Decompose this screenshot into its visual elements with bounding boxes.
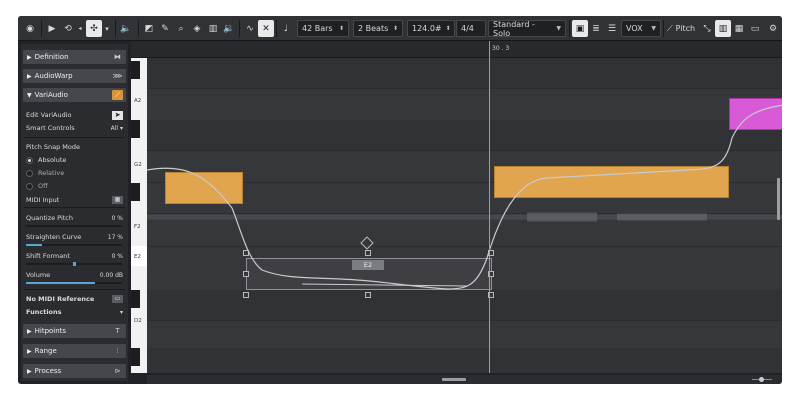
range-icon: ⦙ — [116, 347, 119, 355]
straighten-curve-row[interactable]: Straighten Curve 17 % — [26, 232, 125, 242]
key-label-g2: G2 — [134, 162, 142, 168]
ruler-position-label: 30 . 3 — [492, 45, 510, 52]
variaudio-icon[interactable]: ⟋ — [112, 90, 123, 100]
snap-absolute-radio[interactable]: Absolute — [26, 155, 125, 165]
key-label-a2: A2 — [134, 98, 142, 104]
smart-controls-value[interactable]: All ▾ — [111, 125, 123, 132]
quantize-note-icon[interactable]: ♩ — [278, 20, 294, 37]
section-audiowarp[interactable]: ▶ AudioWarp ⋙ — [23, 69, 126, 83]
straighten-curve-slider[interactable] — [26, 244, 122, 246]
volume-row[interactable]: Volume 0.00 dB — [26, 270, 125, 280]
pitch-tool-icon: ⟋ — [667, 23, 673, 33]
snap-dropdown-icon[interactable]: ▾ — [102, 20, 112, 37]
process-icon: ⊳ — [114, 367, 121, 375]
functions-row[interactable]: Functions ▾ — [26, 307, 125, 317]
pencil-icon[interactable]: ✎ — [157, 20, 173, 37]
chevron-right-icon: ▶ — [27, 327, 32, 335]
zoom-icon[interactable]: ⌕ — [173, 20, 189, 37]
section-variaudio[interactable]: ▼ VariAudio ⟋ — [23, 88, 126, 102]
snap-relative-radio[interactable]: Relative — [26, 168, 125, 178]
radio-icon — [26, 182, 33, 190]
snap-zero-icon[interactable]: ✕ — [258, 20, 274, 37]
smart-controls-row[interactable]: Smart Controls All ▾ — [26, 123, 125, 133]
volume-slider[interactable] — [26, 282, 122, 284]
key-label-e2: E2 — [134, 254, 141, 260]
shift-formant-knob[interactable] — [73, 262, 76, 266]
list-icon[interactable]: ☰ — [604, 20, 620, 37]
loop-dropdown-icon[interactable]: ◂ — [76, 20, 84, 37]
expand-icon: ⧓ — [114, 53, 121, 61]
midi-reference-icon[interactable]: ▭ — [112, 295, 123, 303]
radio-icon — [26, 169, 33, 177]
chevron-right-icon: ▶ — [27, 53, 32, 61]
bars-field[interactable]: 42 Bars ⬍ — [297, 20, 349, 37]
snap-off-radio[interactable]: Off — [26, 181, 125, 191]
piano-keyboard[interactable]: A2 G2 F2 E2 D2 — [131, 58, 147, 373]
bottom-zone-icon[interactable]: ▦ — [731, 20, 747, 37]
hitpoints-icon: T — [115, 327, 120, 335]
section-process[interactable]: ▶ Process ⊳ — [23, 364, 126, 378]
pitch-snap-mode-label: Pitch Snap Mode — [26, 143, 81, 151]
shrink-icon[interactable]: ⤡ — [699, 20, 715, 37]
solo-editor-icon[interactable]: ◉ — [22, 20, 38, 37]
chevron-right-icon: ▶ — [27, 347, 32, 355]
section-definition[interactable]: ▶ Definition ⧓ — [23, 50, 126, 64]
tempo-spin-icon[interactable]: ⬍ — [446, 25, 451, 32]
key-label-d2: D2 — [134, 318, 142, 324]
midi-input-row[interactable]: MIDI Input ▦ — [26, 195, 125, 205]
key-label-f2: F2 — [134, 224, 141, 230]
waveform-icon[interactable]: ▥ — [205, 20, 221, 37]
no-midi-reference-row[interactable]: No MIDI Reference ▭ — [26, 294, 125, 304]
cursor-icon[interactable]: ➤ — [112, 110, 123, 120]
speaker-icon[interactable]: 🔈 — [118, 20, 134, 37]
signature-field[interactable]: 4/4 — [456, 20, 486, 37]
chevron-down-icon: ▼ — [27, 91, 32, 99]
beats-spin-icon[interactable]: ⬍ — [393, 25, 398, 32]
midi-keyboard-icon[interactable]: ▦ — [112, 196, 123, 204]
auto-scroll-icon[interactable]: ∿ — [242, 20, 258, 37]
track-select[interactable]: VOX ▼ — [621, 20, 661, 37]
preset-select[interactable]: Standard - Solo ▼ — [488, 20, 566, 38]
play-tool-icon[interactable]: 🔉 — [221, 20, 237, 37]
shift-formant-slider[interactable] — [26, 262, 122, 266]
inspector-panel: ▶ Definition ⧓ ▶ AudioWarp ⋙ ▼ VariAudio… — [21, 44, 128, 381]
pitch-curve — [147, 104, 782, 290]
tempo-field[interactable]: 124.0# ⬍ — [407, 20, 455, 37]
audiowarp-icon: ⋙ — [112, 72, 123, 80]
chevron-down-icon: ▼ — [556, 25, 561, 32]
note-editor[interactable]: E2 — [147, 58, 782, 373]
edit-variaudio-row[interactable]: Edit VariAudio ➤ — [26, 110, 125, 120]
cubase-window: ◉ ▶ ⟲ ◂ ✣ ▾ 🔈 ◩ ✎ ⌕ ◈ ▥ 🔉 ∿ ✕ ♩ 42 Bars ⬍… — [18, 16, 782, 384]
beats-field[interactable]: 2 Beats ⬍ — [353, 20, 403, 37]
play-icon[interactable]: ▶ — [44, 20, 60, 37]
radio-selected-icon — [26, 156, 33, 164]
shift-formant-row[interactable]: Shift Formant 0 % — [26, 251, 125, 261]
zoom-knob[interactable] — [759, 377, 764, 382]
section-hitpoints[interactable]: ▶ Hitpoints T — [23, 324, 126, 338]
pitch-tool-button[interactable]: ⟋ Pitch — [665, 20, 699, 37]
object-select-icon[interactable]: ◩ — [141, 20, 157, 37]
quantize-pitch-slider[interactable] — [26, 225, 122, 227]
loop-icon[interactable]: ⟲ — [60, 20, 76, 37]
chevron-down-icon: ▾ — [119, 308, 123, 316]
bars-spin-icon[interactable]: ⬍ — [339, 25, 344, 32]
scrub-icon[interactable]: ◈ — [189, 20, 205, 37]
horizontal-scrollbar[interactable] — [147, 375, 782, 384]
chevron-right-icon: ▶ — [27, 72, 32, 80]
timeline-ruler[interactable]: 30 . 3 — [131, 41, 782, 58]
gear-icon[interactable]: ⚙ — [765, 20, 781, 37]
chevron-down-icon: ▼ — [651, 25, 656, 32]
snap-icon[interactable]: ✣ — [86, 20, 102, 37]
lane-icon[interactable]: ≣ — [588, 20, 604, 37]
left-zone-icon[interactable]: ▥ — [715, 20, 731, 37]
track-select-icon[interactable]: ▣ — [572, 20, 588, 37]
section-range[interactable]: ▶ Range ⦙ — [23, 344, 126, 358]
window-layout-icon[interactable]: ▭ — [747, 20, 763, 37]
toolbar: ◉ ▶ ⟲ ◂ ✣ ▾ 🔈 ◩ ✎ ⌕ ◈ ▥ 🔉 ∿ ✕ ♩ 42 Bars ⬍… — [18, 16, 782, 41]
quantize-pitch-row[interactable]: Quantize Pitch 0 % — [26, 213, 125, 223]
playhead-cursor[interactable] — [489, 41, 490, 373]
chevron-right-icon: ▶ — [27, 367, 32, 375]
vertical-scrollbar[interactable] — [777, 178, 780, 220]
horizontal-scroll-thumb[interactable] — [442, 378, 466, 381]
